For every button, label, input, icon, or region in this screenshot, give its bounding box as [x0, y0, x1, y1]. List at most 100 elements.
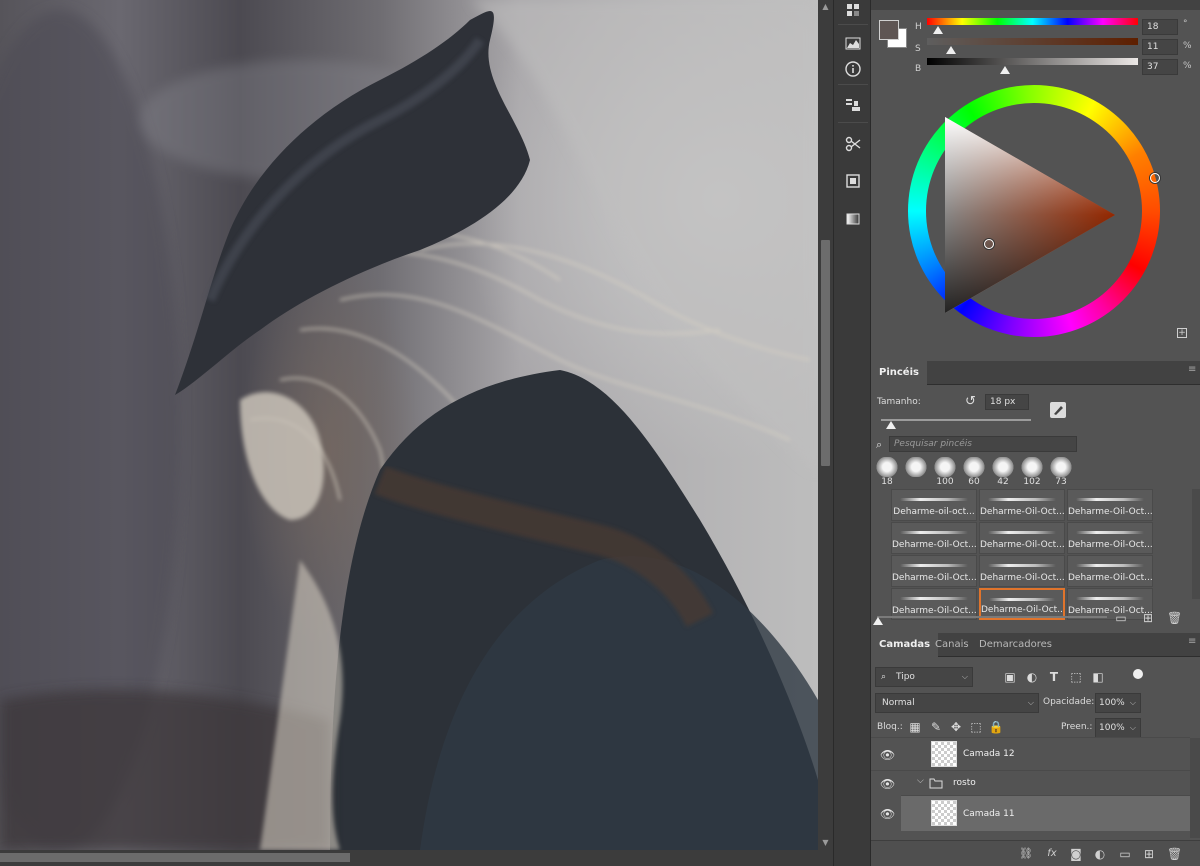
saturation-slider-thumb[interactable]	[946, 46, 956, 54]
brush-stroke-preview	[989, 598, 1055, 601]
tool-presets-icon[interactable]	[842, 133, 864, 155]
brush-grid-scrollbar[interactable]	[1192, 489, 1200, 599]
tab-channels[interactable]: Canais	[927, 633, 977, 657]
new-icon[interactable]: ⊞	[1141, 611, 1155, 625]
type-filter-icon[interactable]: T	[1046, 669, 1062, 685]
horizontal-scroll-thumb[interactable]	[0, 853, 350, 862]
brush-preview-size-slider[interactable]	[877, 616, 1107, 618]
recent-brush-thumb[interactable]: 42	[991, 457, 1015, 487]
scroll-down-icon[interactable]: ▼	[818, 836, 833, 850]
brush-preset[interactable]: Deharme-Oil-Oct...	[1067, 522, 1153, 554]
visibility-eye-icon[interactable]: 👁	[880, 748, 895, 762]
brush-preset[interactable]: Deharme-Oil-Oct...	[979, 555, 1065, 587]
recent-brush-thumb[interactable]: 18	[875, 457, 899, 487]
size-slider[interactable]	[881, 419, 1031, 421]
layer-filter-dropdown[interactable]: ⌕ Tipo ⌵	[875, 667, 973, 687]
hue-picker-ring[interactable]	[1150, 173, 1160, 183]
recent-brush-thumb[interactable]: 100	[933, 457, 957, 487]
brush-preset[interactable]: Deharme-Oil-Oct...	[979, 489, 1065, 521]
filter-toggle[interactable]	[1133, 669, 1143, 679]
smart-object-filter-icon[interactable]: ◧	[1090, 669, 1106, 685]
expand-icon[interactable]: +	[1177, 328, 1187, 338]
folder-icon[interactable]: ▭	[1114, 611, 1128, 625]
lock-position-icon[interactable]: ✥	[948, 719, 964, 735]
brush-preset[interactable]: Deharme-Oil-Oct...	[1067, 555, 1153, 587]
fill-field[interactable]: 100% ⌵	[1095, 718, 1141, 738]
brush-size-field[interactable]: 18 px	[985, 394, 1029, 410]
saturation-value-field[interactable]: 11	[1142, 39, 1178, 55]
vertical-scroll-thumb[interactable]	[821, 240, 830, 466]
brush-tip-icon	[963, 457, 985, 477]
gradients-icon[interactable]	[842, 208, 864, 230]
pixel-filter-icon[interactable]: ▣	[1002, 669, 1018, 685]
hue-slider-thumb[interactable]	[933, 26, 943, 34]
blend-mode-dropdown[interactable]: Normal ⌵	[875, 693, 1039, 713]
layer-thumbnail	[931, 800, 957, 826]
brush-tip-icon	[905, 457, 927, 477]
brush-preset[interactable]: Deharme-Oil-Oct...	[979, 522, 1065, 554]
canvas-horizontal-scrollbar[interactable]	[0, 850, 833, 866]
layers-scrollbar[interactable]	[1190, 738, 1200, 838]
lock-artboard-icon[interactable]: ⬚	[968, 719, 984, 735]
info-icon[interactable]	[842, 58, 864, 80]
brush-preset[interactable]: Deharme-Oil-Oct...	[1067, 489, 1153, 521]
layer-group-row[interactable]: 👁 ⌵ rosto	[871, 770, 1190, 795]
chevron-down-icon: ⌵	[1129, 698, 1136, 707]
brush-preset-name: Deharme-Oil-Oct...	[1068, 606, 1152, 616]
reset-size-icon[interactable]: ↺	[965, 395, 979, 409]
histogram-icon[interactable]	[842, 32, 864, 54]
brush-preset[interactable]: Deharme-Oil-Oct...	[891, 522, 977, 554]
tab-brushes[interactable]: Pincéis	[871, 361, 927, 385]
canvas-vertical-scrollbar[interactable]: ▲ ▼	[818, 0, 833, 850]
hue-slider[interactable]	[927, 18, 1138, 25]
recent-brush-thumb[interactable]: 60	[962, 457, 986, 487]
visibility-eye-icon[interactable]: 👁	[880, 777, 895, 791]
mask-icon[interactable]: ◙	[1069, 847, 1083, 861]
clone-source-icon[interactable]	[842, 94, 864, 116]
recent-brush-thumb[interactable]: 102	[1020, 457, 1044, 487]
chevron-down-icon[interactable]: ⌵	[917, 776, 924, 786]
lock-pixels-icon[interactable]: ✎	[928, 719, 944, 735]
layers-panel-menu-icon[interactable]: ≡	[1188, 637, 1196, 647]
group-folder-icon[interactable]: ▭	[1118, 847, 1132, 861]
brush-search-input[interactable]: Pesquisar pincéis	[889, 436, 1077, 452]
layer-row-selected[interactable]: Camada 11	[901, 795, 1190, 831]
document-canvas[interactable]	[0, 0, 818, 850]
shape-filter-icon[interactable]: ⬚	[1068, 669, 1084, 685]
preview-size-thumb[interactable]	[873, 617, 883, 625]
link-icon[interactable]: ⛓	[1019, 847, 1033, 861]
brightness-slider[interactable]	[927, 58, 1138, 65]
brush-preset[interactable]: Deharme-Oil-Oct...	[891, 555, 977, 587]
recent-brush-thumb[interactable]	[904, 457, 928, 487]
size-slider-thumb[interactable]	[886, 421, 896, 429]
panel-menu-icon[interactable]: ≡	[1188, 365, 1196, 375]
hue-value-field[interactable]: 18	[1142, 19, 1178, 35]
opacity-field[interactable]: 100% ⌵	[1095, 693, 1141, 713]
properties-icon[interactable]	[842, 170, 864, 192]
delete-layer-icon[interactable]: 🗑	[1167, 847, 1182, 861]
brush-preset-name: Deharme-Oil-Oct...	[892, 540, 976, 550]
tab-paths[interactable]: Demarcadores	[971, 633, 1060, 657]
photoshop-window: ▲ ▼ H 18 ° S 11 % B 37 % + Pincéis ≡ Tam…	[0, 0, 1200, 866]
lock-transparency-icon[interactable]: ▦	[907, 719, 923, 735]
brush-stroke-preview	[1076, 498, 1144, 501]
color-picker-ring[interactable]	[984, 239, 994, 249]
visibility-eye-icon[interactable]: 👁	[880, 807, 895, 821]
saturation-unit: %	[1183, 41, 1192, 51]
brightness-value-field[interactable]: 37	[1142, 59, 1178, 75]
new-layer-icon[interactable]: ⊞	[1142, 847, 1156, 861]
recent-brush-thumb[interactable]: 73	[1049, 457, 1073, 487]
swatches-icon[interactable]	[842, 0, 864, 22]
adjustment-icon[interactable]: ◐	[1093, 847, 1107, 861]
trash-icon[interactable]: 🗑	[1167, 611, 1182, 625]
adjustment-filter-icon[interactable]: ◐	[1024, 669, 1040, 685]
layer-row[interactable]: 👁 Camada 12	[871, 737, 1190, 770]
foreground-color-swatch[interactable]	[879, 20, 899, 40]
brush-preset[interactable]: Deharme-oil-oct...	[891, 489, 977, 521]
new-brush-icon[interactable]	[1050, 402, 1066, 418]
lock-all-icon[interactable]: 🔒	[988, 719, 1004, 735]
scroll-up-icon[interactable]: ▲	[818, 0, 833, 14]
saturation-slider[interactable]	[927, 38, 1138, 45]
fx-icon[interactable]: fx	[1045, 847, 1059, 861]
brightness-slider-thumb[interactable]	[1000, 66, 1010, 74]
